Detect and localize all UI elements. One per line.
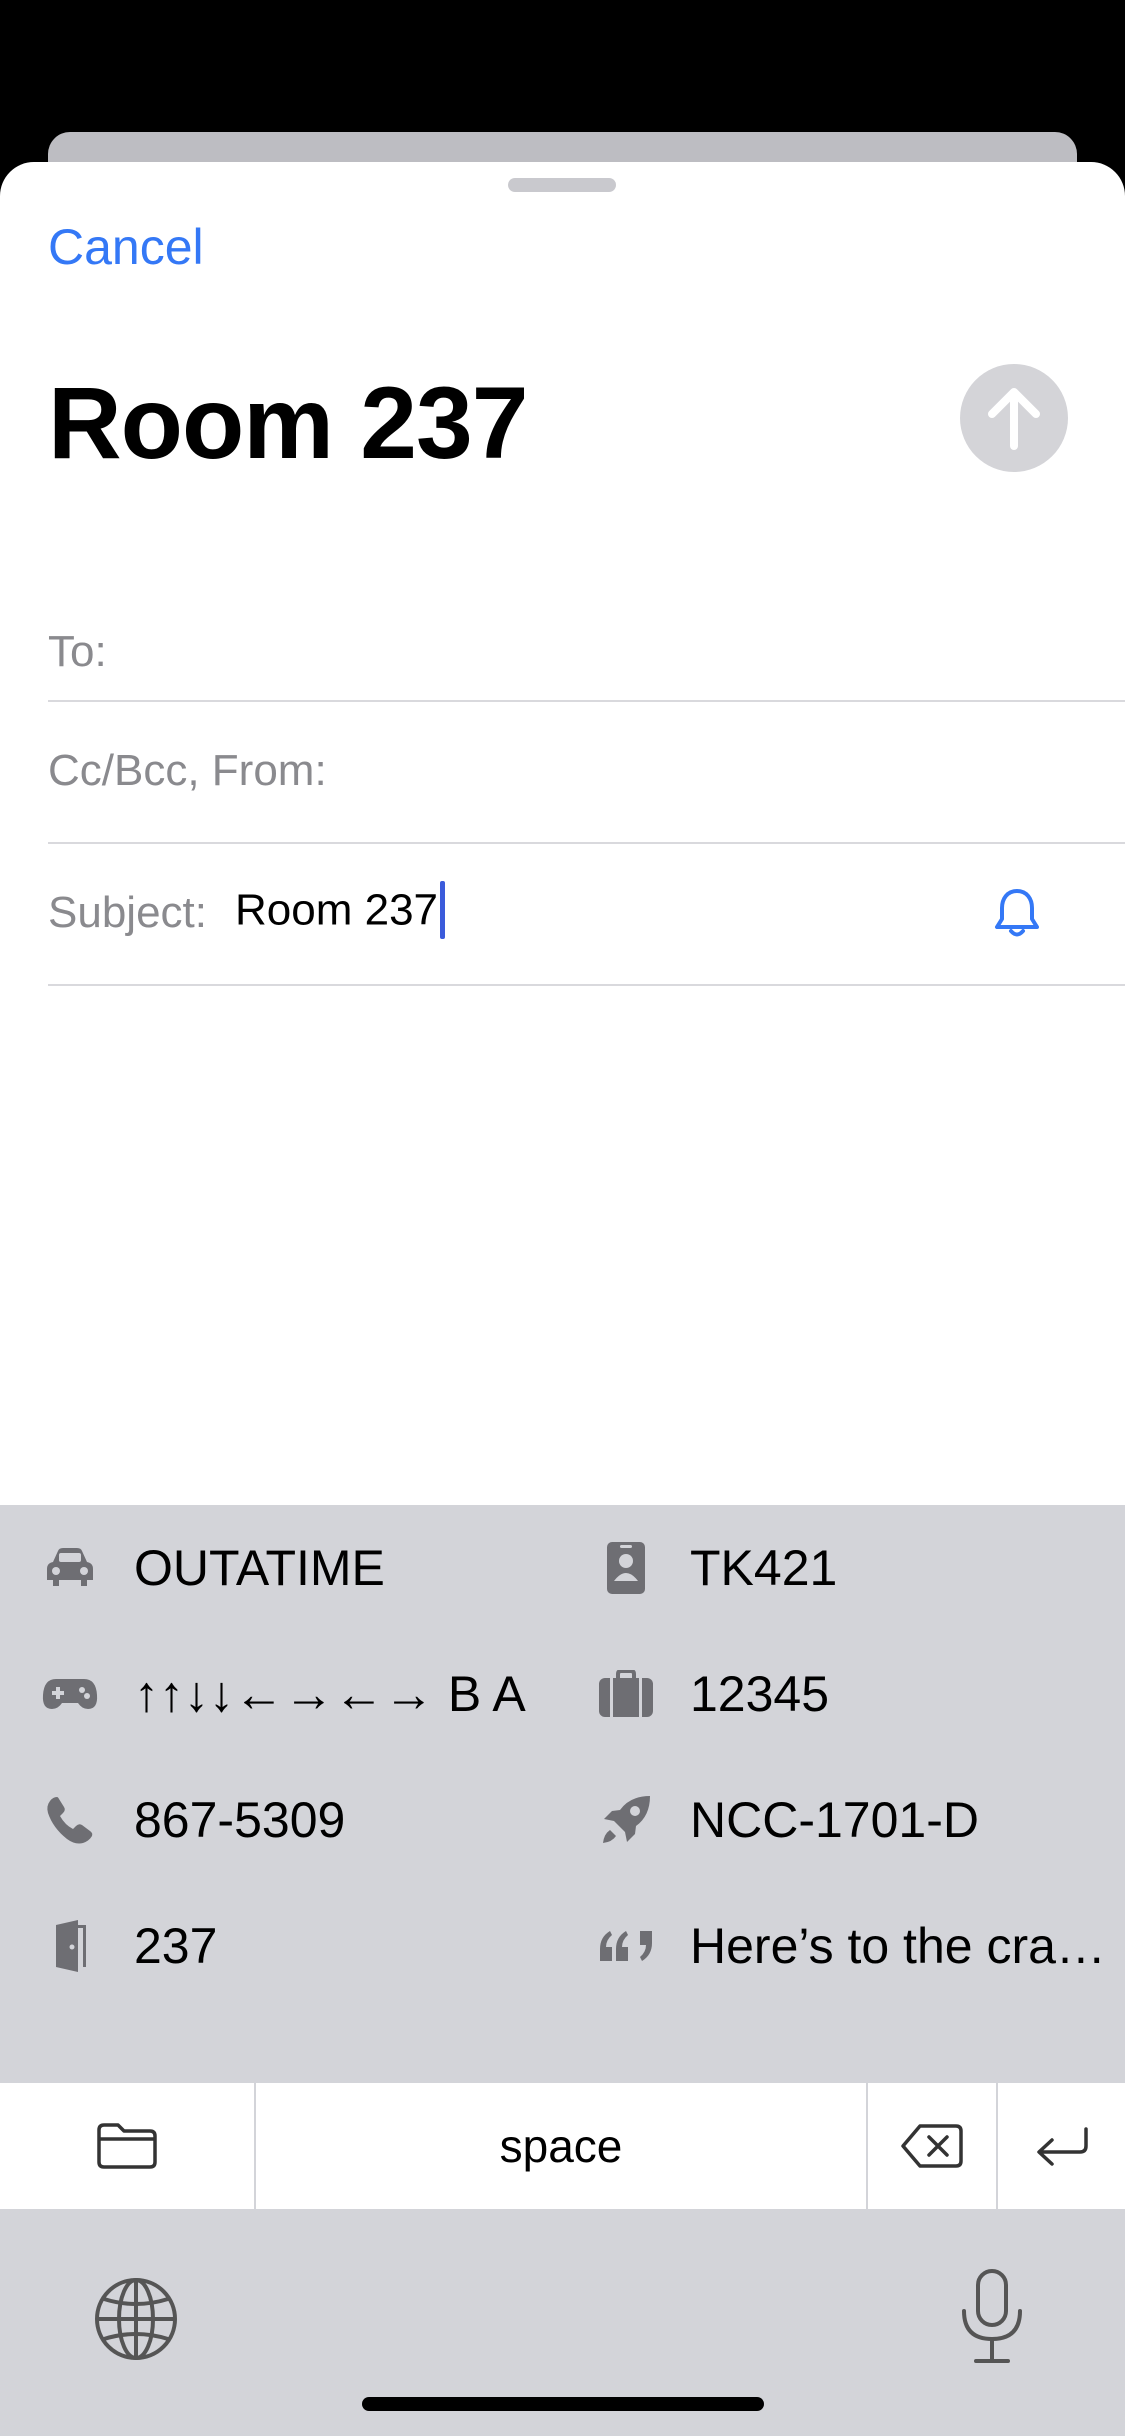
subject-input[interactable]: Room 237 <box>235 881 446 942</box>
subject-value: Room 237 <box>235 885 439 935</box>
suggestion-chip[interactable]: 12345 <box>556 1631 1125 1757</box>
suggestion-text: 237 <box>134 1918 218 1974</box>
cancel-button[interactable]: Cancel <box>48 218 204 276</box>
return-icon <box>1036 2127 1088 2166</box>
rocket-icon <box>596 1790 656 1850</box>
phone-icon <box>40 1790 100 1850</box>
subject-field[interactable]: Subject: Room 237 <box>48 842 1125 986</box>
car-icon <box>40 1538 100 1598</box>
quote-icon <box>596 1916 656 1976</box>
suggestion-chip[interactable]: OUTATIME <box>0 1505 556 1631</box>
send-button[interactable] <box>960 364 1068 472</box>
suggestion-chip[interactable]: NCC-1701-D <box>556 1757 1125 1883</box>
home-indicator[interactable] <box>362 2397 764 2411</box>
keyboard-key-row: space <box>0 2083 1125 2209</box>
cc-bcc-from-field[interactable]: Cc/Bcc, From: <box>48 700 1125 844</box>
cc-bcc-from-label: Cc/Bcc, From: <box>48 746 327 795</box>
suggestion-text: TK421 <box>690 1540 838 1596</box>
sheet-grabber[interactable] <box>508 178 616 192</box>
suggestion-text: 12345 <box>690 1666 830 1722</box>
briefcase-icon <box>596 1664 656 1724</box>
suggestion-chip[interactable]: 237 <box>0 1883 556 2009</box>
suggestion-text: Here’s to the cra… <box>690 1918 1106 1974</box>
keyboard: OUTATIME TK421 ↑↑↓↓←→←→ B A 12345 867-53… <box>0 1505 1125 2436</box>
text-caret <box>440 881 446 939</box>
to-field[interactable]: To: <box>48 604 1125 702</box>
to-label: To: <box>48 627 107 676</box>
suggestion-text: NCC-1701-D <box>690 1792 979 1848</box>
bell-icon[interactable] <box>989 885 1045 941</box>
arrow-up-icon <box>988 388 1040 450</box>
microphone-icon[interactable] <box>952 2267 1032 2367</box>
suggestion-text: OUTATIME <box>134 1540 385 1596</box>
suggestion-chip[interactable]: TK421 <box>556 1505 1125 1631</box>
return-key[interactable] <box>998 2083 1125 2209</box>
gamepad-icon <box>40 1664 100 1724</box>
compose-title: Room 237 <box>48 366 528 480</box>
id-badge-icon <box>596 1538 656 1598</box>
autofill-suggestions: OUTATIME TK421 ↑↑↓↓←→←→ B A 12345 867-53… <box>0 1505 1125 2083</box>
suggestion-text: ↑↑↓↓←→←→ B A <box>134 1666 526 1722</box>
delete-backward-icon <box>901 2124 963 2168</box>
suggestion-chip[interactable]: 867-5309 <box>0 1757 556 1883</box>
space-key[interactable]: space <box>256 2083 868 2209</box>
suggestion-chip[interactable]: ↑↑↓↓←→←→ B A <box>0 1631 556 1757</box>
suggestion-text: 867-5309 <box>134 1792 346 1848</box>
delete-key[interactable] <box>868 2083 998 2209</box>
door-icon <box>40 1916 100 1976</box>
folder-icon <box>97 2123 157 2169</box>
subject-label: Subject: <box>48 888 207 937</box>
folder-key[interactable] <box>0 2083 256 2209</box>
suggestion-chip[interactable]: Here’s to the cra… <box>556 1883 1125 2009</box>
globe-icon[interactable] <box>92 2275 180 2363</box>
